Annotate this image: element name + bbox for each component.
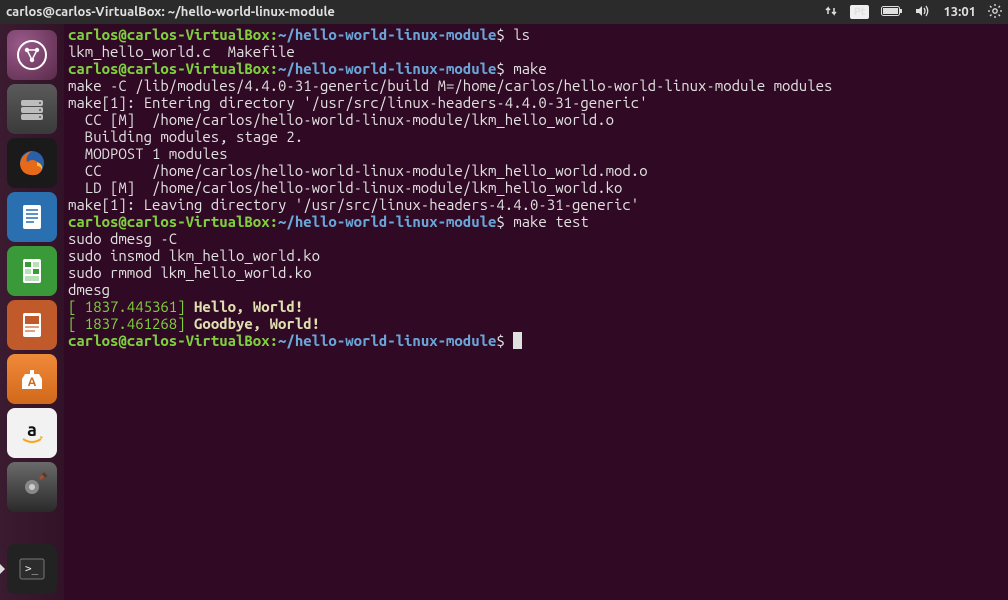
launcher-firefox[interactable] <box>7 138 57 188</box>
cmd-make: make <box>513 60 547 77</box>
output-line: CC /home/carlos/hello-world-linux-module… <box>68 162 648 179</box>
network-icon[interactable] <box>824 4 838 21</box>
output-line: sudo rmmod lkm_hello_world.ko <box>68 264 312 281</box>
unity-launcher: A a >_ <box>0 24 64 600</box>
launcher-files[interactable] <box>7 84 57 134</box>
output-line: Building modules, stage 2. <box>68 128 303 145</box>
dmesg-msg: Goodbye, World! <box>194 315 320 332</box>
launcher-settings[interactable] <box>7 462 57 512</box>
dmesg-time: [ 1837.461268] <box>68 315 194 332</box>
top-panel: carlos@carlos-VirtualBox: ~/hello-world-… <box>0 0 1008 24</box>
launcher-writer[interactable] <box>7 192 57 242</box>
sound-icon[interactable] <box>915 4 931 21</box>
cmd-ls: ls <box>513 26 530 43</box>
clock[interactable]: 13:01 <box>943 5 976 19</box>
output-line: dmesg <box>68 281 110 298</box>
output-line: MODPOST 1 modules <box>68 145 228 162</box>
output-line: CC [M] /home/carlos/hello-world-linux-mo… <box>68 111 614 128</box>
launcher-terminal[interactable]: >_ <box>7 544 57 594</box>
output-line: make[1]: Entering directory '/usr/src/li… <box>68 94 648 111</box>
terminal-output[interactable]: carlos@carlos-VirtualBox:~/hello-world-l… <box>64 24 1008 600</box>
output-line: make[1]: Leaving directory '/usr/src/lin… <box>68 196 639 213</box>
prompt-userhost: carlos@carlos-VirtualBox <box>68 26 270 43</box>
battery-icon[interactable] <box>881 5 903 20</box>
launcher-calc[interactable] <box>7 246 57 296</box>
output-line: sudo dmesg -C <box>68 230 177 247</box>
keyboard-layout-indicator[interactable]: Pt <box>850 5 870 19</box>
prompt-path: ~/hello-world-linux-module <box>278 26 496 43</box>
dmesg-msg: Hello, World! <box>194 298 303 315</box>
main-area: A a >_ carlos@carlos-VirtualBox:~/hello-… <box>0 24 1008 600</box>
launcher-amazon[interactable]: a <box>7 408 57 458</box>
svg-text:a: a <box>27 420 37 440</box>
terminal-cursor <box>513 332 521 349</box>
svg-text:>_: >_ <box>25 562 39 575</box>
output-line: LD [M] /home/carlos/hello-world-linux-mo… <box>68 179 622 196</box>
svg-text:A: A <box>28 376 37 389</box>
system-indicators: Pt 13:01 <box>824 4 1002 21</box>
output-line: make -C /lib/modules/4.4.0-31-generic/bu… <box>68 77 832 94</box>
cmd-maketest: make test <box>513 213 589 230</box>
launcher-dash[interactable] <box>7 30 57 80</box>
dmesg-time: [ 1837.445361] <box>68 298 194 315</box>
gear-icon[interactable] <box>988 4 1002 21</box>
launcher-software[interactable]: A <box>7 354 57 404</box>
window-title: carlos@carlos-VirtualBox: ~/hello-world-… <box>6 5 335 19</box>
output-ls: lkm_hello_world.c Makefile <box>68 43 295 60</box>
launcher-impress[interactable] <box>7 300 57 350</box>
output-line: sudo insmod lkm_hello_world.ko <box>68 247 320 264</box>
